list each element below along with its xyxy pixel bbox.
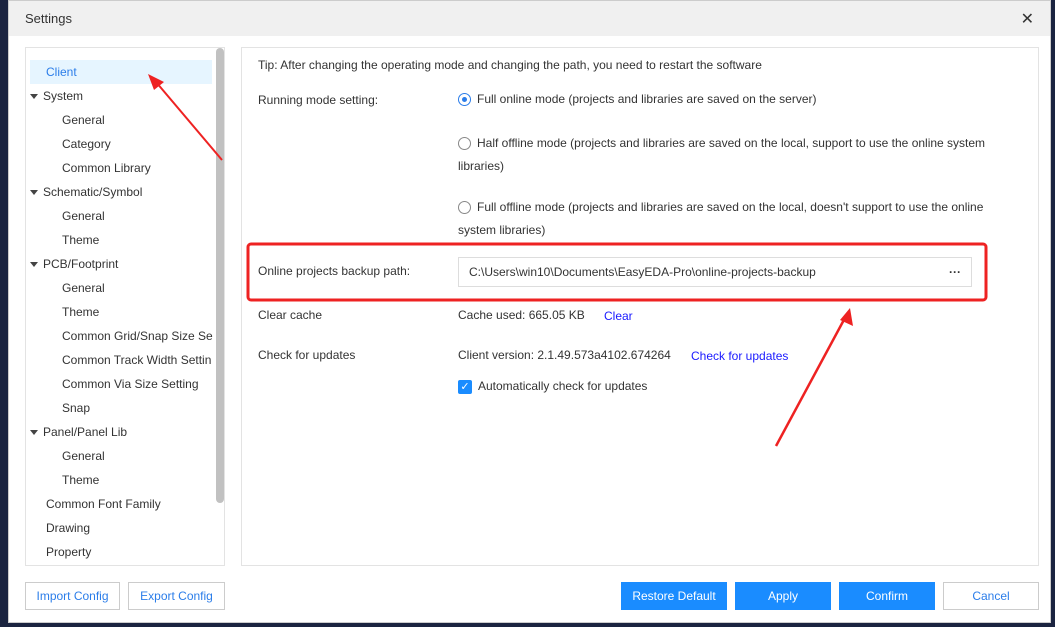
annotation-highlight-box	[246, 242, 988, 302]
annotation-arrow-client	[148, 74, 223, 161]
annotation-overlay	[148, 74, 988, 447]
annotation-arrow-path	[774, 308, 853, 447]
